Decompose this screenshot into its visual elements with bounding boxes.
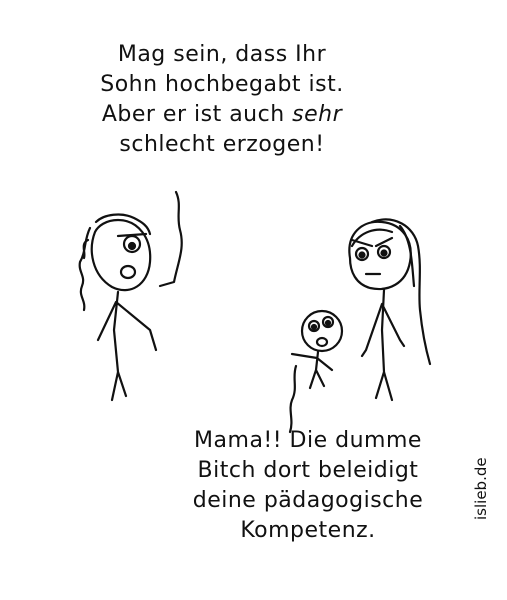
child-body: [290, 350, 334, 390]
right-woman-body: [360, 288, 406, 402]
left-woman-head: [90, 218, 152, 292]
left-woman-mouth: [119, 264, 137, 280]
speech-top-line-4: schlecht erzogen!: [119, 132, 325, 157]
speech-top-line-2: Sohn hochbegabt ist.: [100, 72, 344, 97]
speech-top-line-3: Aber er ist auch sehr: [92, 100, 352, 130]
speech-tail-bottom: [288, 364, 298, 434]
right-woman-hair: [350, 218, 432, 366]
speech-tail-top: [158, 190, 183, 288]
signature: islieb.de: [472, 457, 490, 520]
child-mouth: [315, 336, 329, 348]
speech-bottom-line-4: Kompetenz.: [240, 518, 376, 543]
left-woman-figure: [78, 213, 158, 402]
child-figure: [290, 309, 344, 390]
comic-panel: Mag sein, dass Ihr Sohn hochbegabt ist. …: [0, 0, 507, 600]
right-woman-figure: [348, 218, 432, 402]
speech-bottom-line-2: Bitch dort beleidigt: [197, 458, 419, 483]
speech-bottom-text: Mama!! Die dumme Bitch dort beleidigt de…: [178, 426, 438, 546]
speech-bottom-line-1: Mama!! Die dumme: [194, 428, 422, 453]
speech-bottom-line-3: deine pädagogische: [192, 488, 424, 513]
speech-top-text: Mag sein, dass Ihr Sohn hochbegabt ist. …: [92, 40, 352, 160]
speech-top-line-3-prefix: Aber er ist auch: [101, 102, 293, 127]
speech-top-line-1: Mag sein, dass Ihr: [117, 42, 327, 67]
speech-top-emphasis: sehr: [292, 102, 343, 127]
left-woman-body: [96, 290, 158, 402]
